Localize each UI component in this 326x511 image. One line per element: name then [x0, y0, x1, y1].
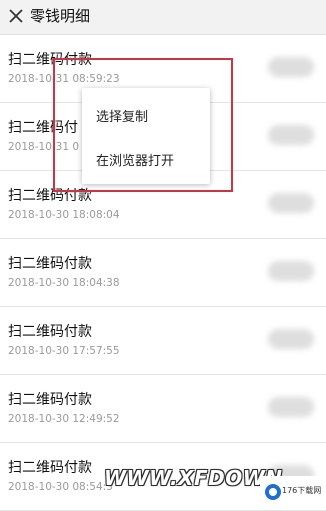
transaction-time: 2018-10-30 17:57:55 — [8, 345, 120, 357]
amount-blurred — [268, 57, 314, 77]
transaction-title: 扫二维码付款 — [8, 460, 92, 476]
amount-blurred — [268, 329, 314, 349]
site-logo: 176下载网 — [260, 476, 324, 508]
amount-blurred — [268, 397, 314, 417]
amount-blurred — [268, 261, 314, 281]
logo-text: 176下载网 — [282, 486, 322, 495]
transaction-row[interactable]: 扫二维码付款 2018-10-30 18:04:38 — [0, 239, 326, 307]
transaction-time: 2018-10-30 18:08:04 — [8, 209, 120, 221]
transaction-time: 2018-10-30 18:04:38 — [8, 277, 120, 289]
transaction-title: 扫二维码付款 — [8, 52, 92, 68]
transaction-time: 2018-10-30 08:54:3 — [8, 481, 113, 493]
page-title: 零钱明细 — [30, 7, 91, 25]
context-menu: 选择复制 在浏览器打开 — [82, 88, 210, 184]
transaction-time: 2018-10-31 08:59:23 — [8, 73, 120, 85]
transaction-title: 扫二维码付款 — [8, 188, 92, 204]
transaction-title: 扫二维码付 — [8, 120, 78, 136]
transaction-title: 扫二维码付款 — [8, 324, 92, 340]
watermark-text: WWW.XFDOWN — [104, 466, 283, 490]
transaction-row[interactable]: 扫二维码付款 2018-10-30 12:49:52 — [0, 375, 326, 443]
transaction-time: 2018-10-31 0 — [8, 141, 80, 153]
transaction-title: 扫二维码付款 — [8, 392, 92, 408]
transaction-row[interactable]: 扫二维码付款 2018-10-30 17:57:55 — [0, 307, 326, 375]
menu-item-select-copy[interactable]: 选择复制 — [96, 106, 148, 125]
transaction-title: 扫二维码付款 — [8, 256, 92, 272]
close-icon — [9, 9, 23, 23]
amount-blurred — [268, 125, 314, 145]
close-button[interactable] — [4, 4, 28, 28]
transaction-time: 2018-10-30 12:49:52 — [8, 413, 120, 425]
amount-blurred — [268, 193, 314, 213]
menu-item-open-in-browser[interactable]: 在浏览器打开 — [96, 150, 174, 169]
top-bar: 零钱明细 — [0, 0, 326, 35]
logo-icon — [265, 484, 281, 500]
